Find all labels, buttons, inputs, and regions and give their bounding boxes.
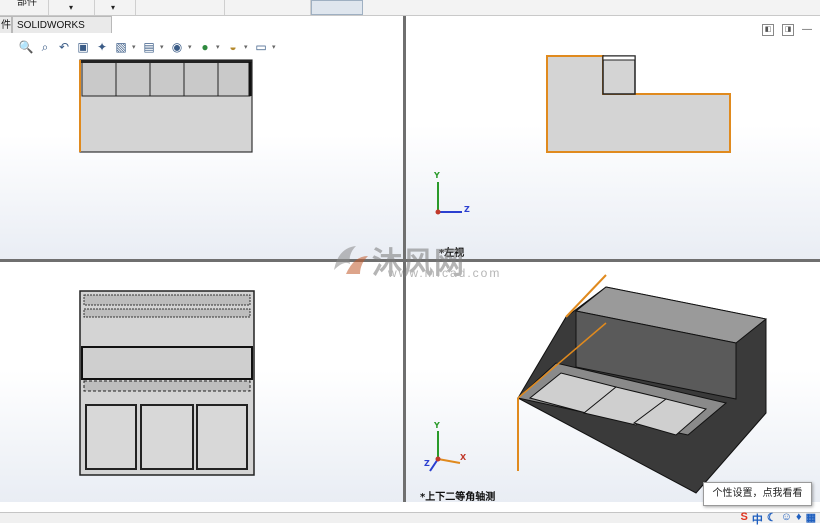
isometric-view-model (429, 274, 768, 494)
chevron-down-icon[interactable]: ▾ (132, 43, 138, 51)
triad-y-label: Y (434, 171, 440, 180)
chevron-down-icon: ▾ (69, 3, 74, 12)
viewport-top-left[interactable] (0, 34, 403, 259)
section-view-icon[interactable]: ▣ (75, 39, 91, 55)
link-views-icon[interactable]: ◧ (762, 24, 774, 36)
viewport-bottom-left[interactable] (0, 263, 403, 502)
heads-up-view-toolbar: 🔍 ⌕ ↶ ▣ ✦ ▧ ▾ ▤ ▾ ◉ ▾ ● ▾ ◒ ▾ ▭ ▾ (18, 38, 278, 56)
view-settings-icon[interactable]: ▭ (253, 39, 269, 55)
minimize-icon[interactable]: — (802, 24, 812, 36)
zoom-area-icon[interactable]: ⌕ (37, 39, 53, 55)
viewport-top-right[interactable]: Y Z *左视 (406, 16, 820, 259)
triad-z-label: Z (464, 205, 470, 214)
tile-views-icon[interactable]: ◨ (782, 24, 794, 36)
ime-tray: S 中 ☾ ☺ ♦ ▦ (741, 511, 816, 527)
triad-y-label: Y (434, 421, 440, 430)
status-bar (0, 512, 820, 523)
chevron-down-icon[interactable]: ▾ (244, 43, 250, 51)
viewport-corner-controls: ◧ ◨ — (762, 24, 812, 36)
mic-icon[interactable]: ♦ (796, 511, 802, 527)
tab-assembly[interactable]: 件 (0, 16, 12, 33)
chevron-down-icon: ▾ (111, 3, 116, 12)
chevron-down-icon[interactable]: ▾ (188, 43, 194, 51)
edit-appearance-icon[interactable]: ● (197, 39, 213, 55)
ribbon-selected-button[interactable] (311, 0, 363, 15)
chevron-down-icon[interactable]: ▾ (272, 43, 278, 51)
display-style-icon[interactable]: ▤ (141, 39, 157, 55)
ribbon-group-blank (136, 0, 225, 15)
chevron-down-icon[interactable]: ▾ (216, 43, 222, 51)
ribbon-dropdown-a[interactable]: ▾ (49, 0, 95, 15)
dynamic-annotation-icon[interactable]: ✦ (94, 39, 110, 55)
hide-show-icon[interactable]: ◉ (169, 39, 185, 55)
triad-x-label: X (460, 453, 467, 462)
ribbon-parts-label: 部件 (17, 0, 37, 8)
left-view-model (435, 55, 731, 215)
personalize-tooltip[interactable]: 个性设置，点我看看 (703, 482, 812, 506)
watermark-url: www.mfcad.com (388, 266, 502, 280)
zoom-to-fit-icon[interactable]: 🔍 (18, 39, 34, 55)
top-view-model (79, 290, 255, 476)
viewport-bottom-right[interactable]: Y X Z *上下二等角轴测 (406, 263, 820, 502)
ime-language-toggle[interactable]: 中 (752, 511, 763, 527)
smile-icon[interactable]: ☺ (781, 511, 792, 527)
ime-logo-icon[interactable]: S (741, 511, 748, 527)
ribbon-group-blank-2 (225, 0, 311, 15)
view-label-isometric: *上下二等角轴测 (420, 492, 496, 502)
watermark-logo-icon (334, 246, 368, 274)
ribbon-dropdown-b[interactable]: ▾ (95, 0, 136, 15)
apply-scene-icon[interactable]: ◒ (225, 39, 241, 55)
ribbon-strip: 部件 ▾ ▾ (0, 0, 820, 16)
view-orientation-icon[interactable]: ▧ (113, 39, 129, 55)
ribbon-group-parts[interactable]: 部件 (0, 0, 49, 15)
triad-z-label: Z (424, 459, 430, 468)
chevron-down-icon[interactable]: ▾ (160, 43, 166, 51)
watermark: 沐风网 www.mfcad.com (330, 240, 499, 281)
previous-view-icon[interactable]: ↶ (56, 39, 72, 55)
moon-icon[interactable]: ☾ (767, 511, 777, 527)
tab-solidworks-mbd[interactable]: SOLIDWORKS MBD (12, 16, 112, 48)
front-view-model (79, 59, 253, 153)
grid-icon[interactable]: ▦ (806, 511, 816, 527)
